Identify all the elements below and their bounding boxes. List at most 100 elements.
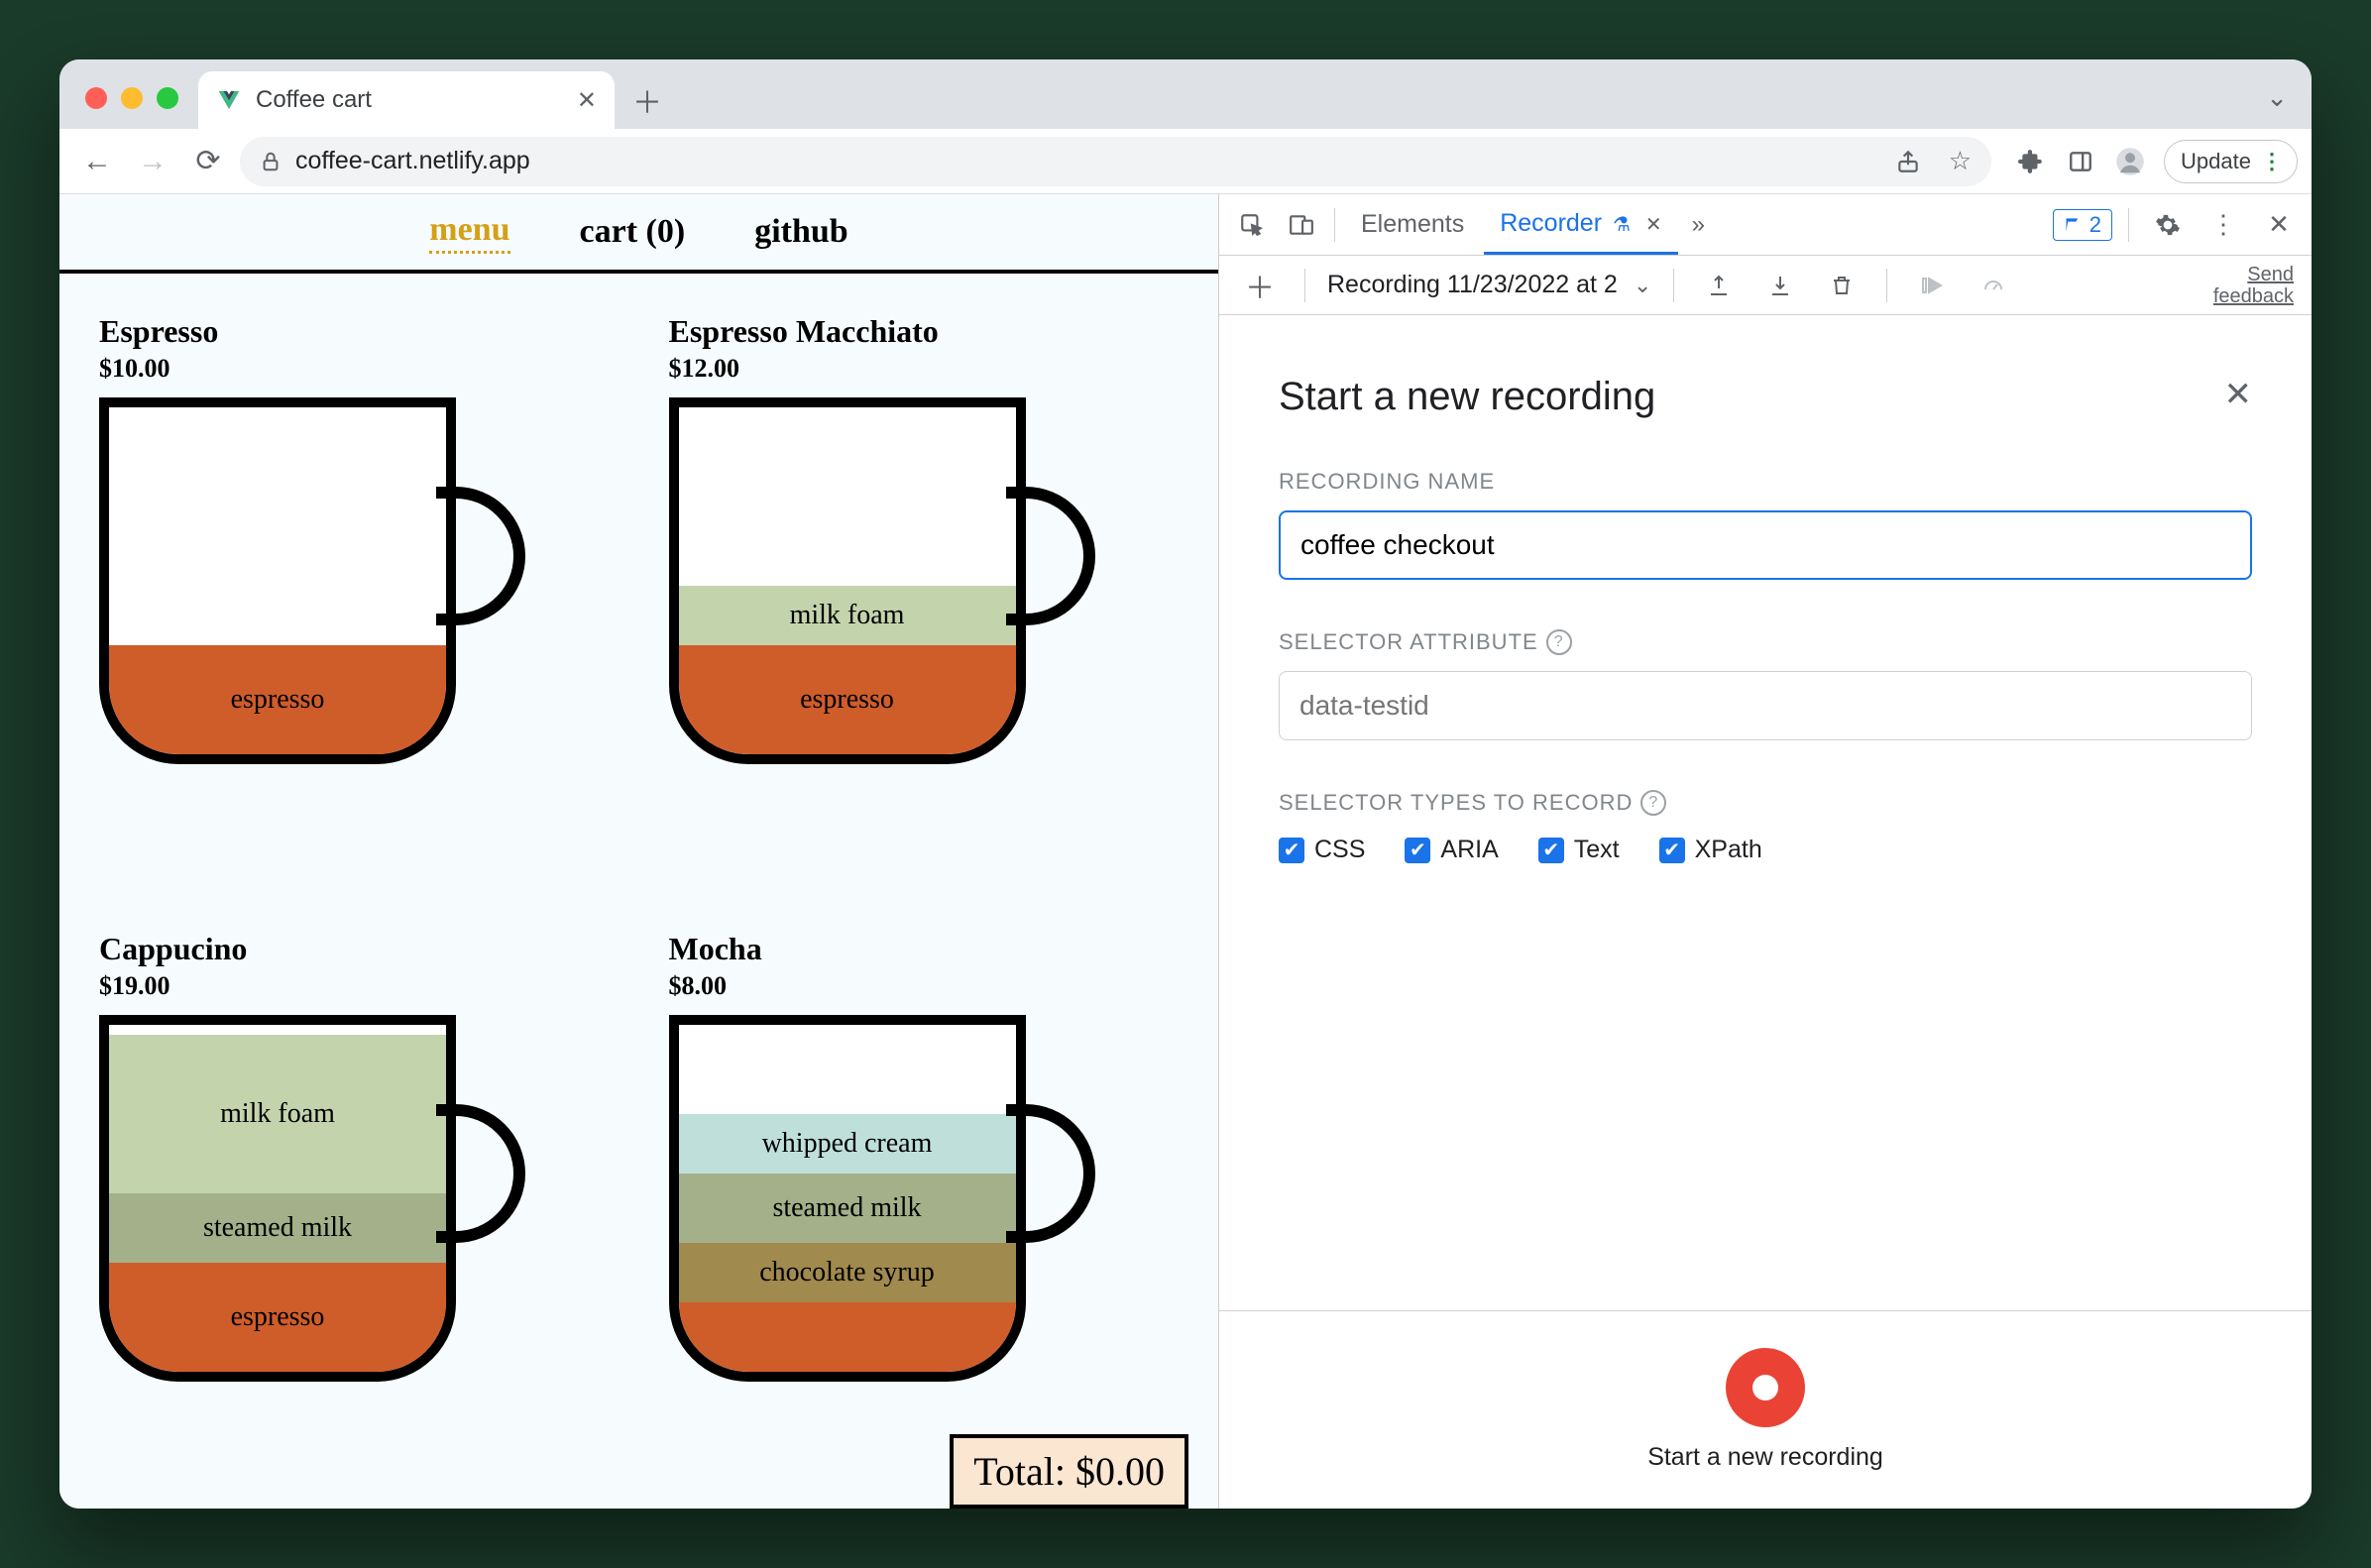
panel-title: Start a new recording — [1279, 375, 2252, 419]
cup-icon[interactable]: whipped cream steamed milk chocolate syr… — [669, 1015, 1095, 1392]
recorder-panel: Start a new recording ✕ RECORDING NAME S… — [1219, 315, 2312, 1310]
layer-steamed: steamed milk — [679, 1174, 1016, 1243]
tab-recorder[interactable]: Recorder ⚗ ✕ — [1484, 195, 1677, 255]
product-grid: Espresso $10.00 espresso Espresso Macchi… — [59, 274, 1218, 1509]
nav-menu[interactable]: menu — [429, 211, 509, 254]
product-name: Espresso — [99, 313, 610, 350]
layer-milkfoam: milk foam — [679, 586, 1016, 645]
selector-types-label: SELECTOR TYPES TO RECORD ? — [1279, 790, 2252, 816]
tabs-overflow-icon[interactable]: ⌄ — [2266, 82, 2312, 129]
layer-steamed: steamed milk — [109, 1193, 446, 1263]
product-cappucino: Cappucino $19.00 milk foam steamed milk … — [99, 931, 610, 1509]
replay-icon[interactable] — [1909, 263, 1955, 308]
recorder-toolbar: ＋ Recording 11/23/2022 at 2 ⌄ — [1219, 256, 2312, 315]
cup-icon[interactable]: milk foam steamed milk espresso — [99, 1015, 525, 1392]
product-mocha: Mocha $8.00 whipped cream steamed milk c… — [669, 931, 1180, 1509]
layer-milkfoam: milk foam — [109, 1035, 446, 1193]
layer-espresso: espresso — [109, 1263, 446, 1372]
browser-tab[interactable]: Coffee cart ✕ — [198, 71, 615, 129]
cup-icon[interactable]: espresso — [99, 397, 525, 774]
titlebar: Coffee cart ✕ ＋ ⌄ — [59, 59, 2312, 129]
sidepanel-icon[interactable] — [2059, 140, 2102, 183]
panel-close-icon[interactable]: ✕ — [2224, 375, 2253, 414]
browser-window: Coffee cart ✕ ＋ ⌄ ← → ⟳ coffee-cart.netl… — [59, 59, 2312, 1509]
window-controls — [79, 87, 198, 129]
profile-icon[interactable] — [2108, 140, 2152, 183]
devtools-tabbar: Elements Recorder ⚗ ✕ » 2 — [1219, 194, 2312, 256]
checkbox-xpath[interactable]: ✔XPath — [1659, 836, 1762, 864]
product-name: Mocha — [669, 931, 1180, 967]
reload-button[interactable]: ⟳ — [184, 138, 232, 185]
layer-espresso — [679, 1302, 1016, 1372]
inspect-icon[interactable] — [1229, 202, 1275, 248]
layer-whip: whipped cream — [679, 1114, 1016, 1174]
record-button-label: Start a new recording — [1647, 1443, 1883, 1472]
device-toggle-icon[interactable] — [1279, 202, 1324, 248]
extensions-icon[interactable] — [2009, 140, 2053, 183]
performance-icon[interactable] — [1971, 263, 2016, 308]
more-tabs-icon[interactable]: » — [1682, 211, 1715, 239]
update-button[interactable]: Update ⋮ — [2164, 140, 2298, 183]
menu-icon: ⋮ — [2261, 149, 2281, 174]
nav-cart[interactable]: cart (0) — [580, 213, 686, 251]
checkbox-aria[interactable]: ✔ARIA — [1405, 836, 1498, 864]
forward-button[interactable]: → — [129, 138, 176, 185]
tab-elements[interactable]: Elements — [1345, 196, 1480, 253]
toolbar: ← → ⟳ coffee-cart.netlify.app ☆ — [59, 129, 2312, 194]
close-window-button[interactable] — [85, 87, 107, 109]
selector-attribute-input[interactable] — [1279, 671, 2252, 740]
update-label: Update — [2181, 149, 2251, 174]
record-button[interactable] — [1726, 1348, 1805, 1427]
product-price: $12.00 — [669, 354, 1180, 384]
issues-badge[interactable]: 2 — [2053, 209, 2112, 241]
checkbox-css[interactable]: ✔CSS — [1279, 836, 1365, 864]
recording-dropdown-label[interactable]: Recording 11/23/2022 at 2 — [1327, 271, 1618, 299]
checkbox-text[interactable]: ✔Text — [1538, 836, 1620, 864]
devtools-close-icon[interactable]: ✕ — [2256, 202, 2302, 248]
site-nav: menu cart (0) github — [59, 194, 1218, 274]
cup-icon[interactable]: milk foam espresso — [669, 397, 1095, 774]
recording-name-label: RECORDING NAME — [1279, 469, 2252, 495]
product-name: Cappucino — [99, 931, 610, 967]
help-icon[interactable]: ? — [1546, 629, 1572, 655]
tab-title: Coffee cart — [256, 86, 372, 114]
product-price: $19.00 — [99, 971, 610, 1001]
nav-github[interactable]: github — [754, 213, 848, 251]
new-recording-icon[interactable]: ＋ — [1237, 263, 1283, 308]
kebab-menu-icon[interactable]: ⋮ — [2201, 202, 2246, 248]
selector-types-row: ✔CSS ✔ARIA ✔Text ✔XPath — [1279, 836, 2252, 864]
send-feedback-link[interactable]: Send feedback — [2213, 264, 2294, 307]
selector-attribute-label: SELECTOR ATTRIBUTE ? — [1279, 629, 2252, 655]
product-price: $8.00 — [669, 971, 1180, 1001]
layer-espresso: espresso — [109, 645, 446, 754]
tab-close-icon[interactable]: ✕ — [1645, 214, 1662, 236]
product-espresso: Espresso $10.00 espresso — [99, 313, 610, 891]
address-bar[interactable]: coffee-cart.netlify.app ☆ — [240, 137, 1991, 186]
import-icon[interactable] — [1757, 263, 1803, 308]
maximize-window-button[interactable] — [157, 87, 178, 109]
webpage: menu cart (0) github Espresso $10.00 esp… — [59, 194, 1219, 1509]
bookmark-icon[interactable]: ☆ — [1949, 146, 1972, 176]
help-icon[interactable]: ? — [1640, 790, 1666, 816]
share-icon[interactable] — [1895, 149, 1921, 174]
chevron-down-icon[interactable]: ⌄ — [1634, 273, 1651, 298]
layer-espresso: espresso — [679, 645, 1016, 754]
product-macchiato: Espresso Macchiato $12.00 milk foam espr… — [669, 313, 1180, 891]
vue-favicon-icon — [216, 87, 242, 113]
new-tab-button[interactable]: ＋ — [622, 75, 672, 125]
beaker-icon: ⚗ — [1613, 214, 1631, 236]
devtools: Elements Recorder ⚗ ✕ » 2 — [1219, 194, 2312, 1509]
lock-icon — [260, 151, 282, 172]
tab-close-icon[interactable]: ✕ — [577, 86, 597, 115]
toolbar-right: Update ⋮ — [1999, 140, 2298, 183]
minimize-window-button[interactable] — [121, 87, 143, 109]
content-area: menu cart (0) github Espresso $10.00 esp… — [59, 194, 2312, 1509]
delete-icon[interactable] — [1819, 263, 1864, 308]
back-button[interactable]: ← — [73, 138, 121, 185]
export-icon[interactable] — [1696, 263, 1742, 308]
settings-icon[interactable] — [2145, 202, 2191, 248]
recorder-footer: Start a new recording — [1219, 1310, 2312, 1509]
cart-total[interactable]: Total: $0.00 — [950, 1434, 1188, 1509]
product-price: $10.00 — [99, 354, 610, 384]
recording-name-input[interactable] — [1279, 510, 2252, 580]
